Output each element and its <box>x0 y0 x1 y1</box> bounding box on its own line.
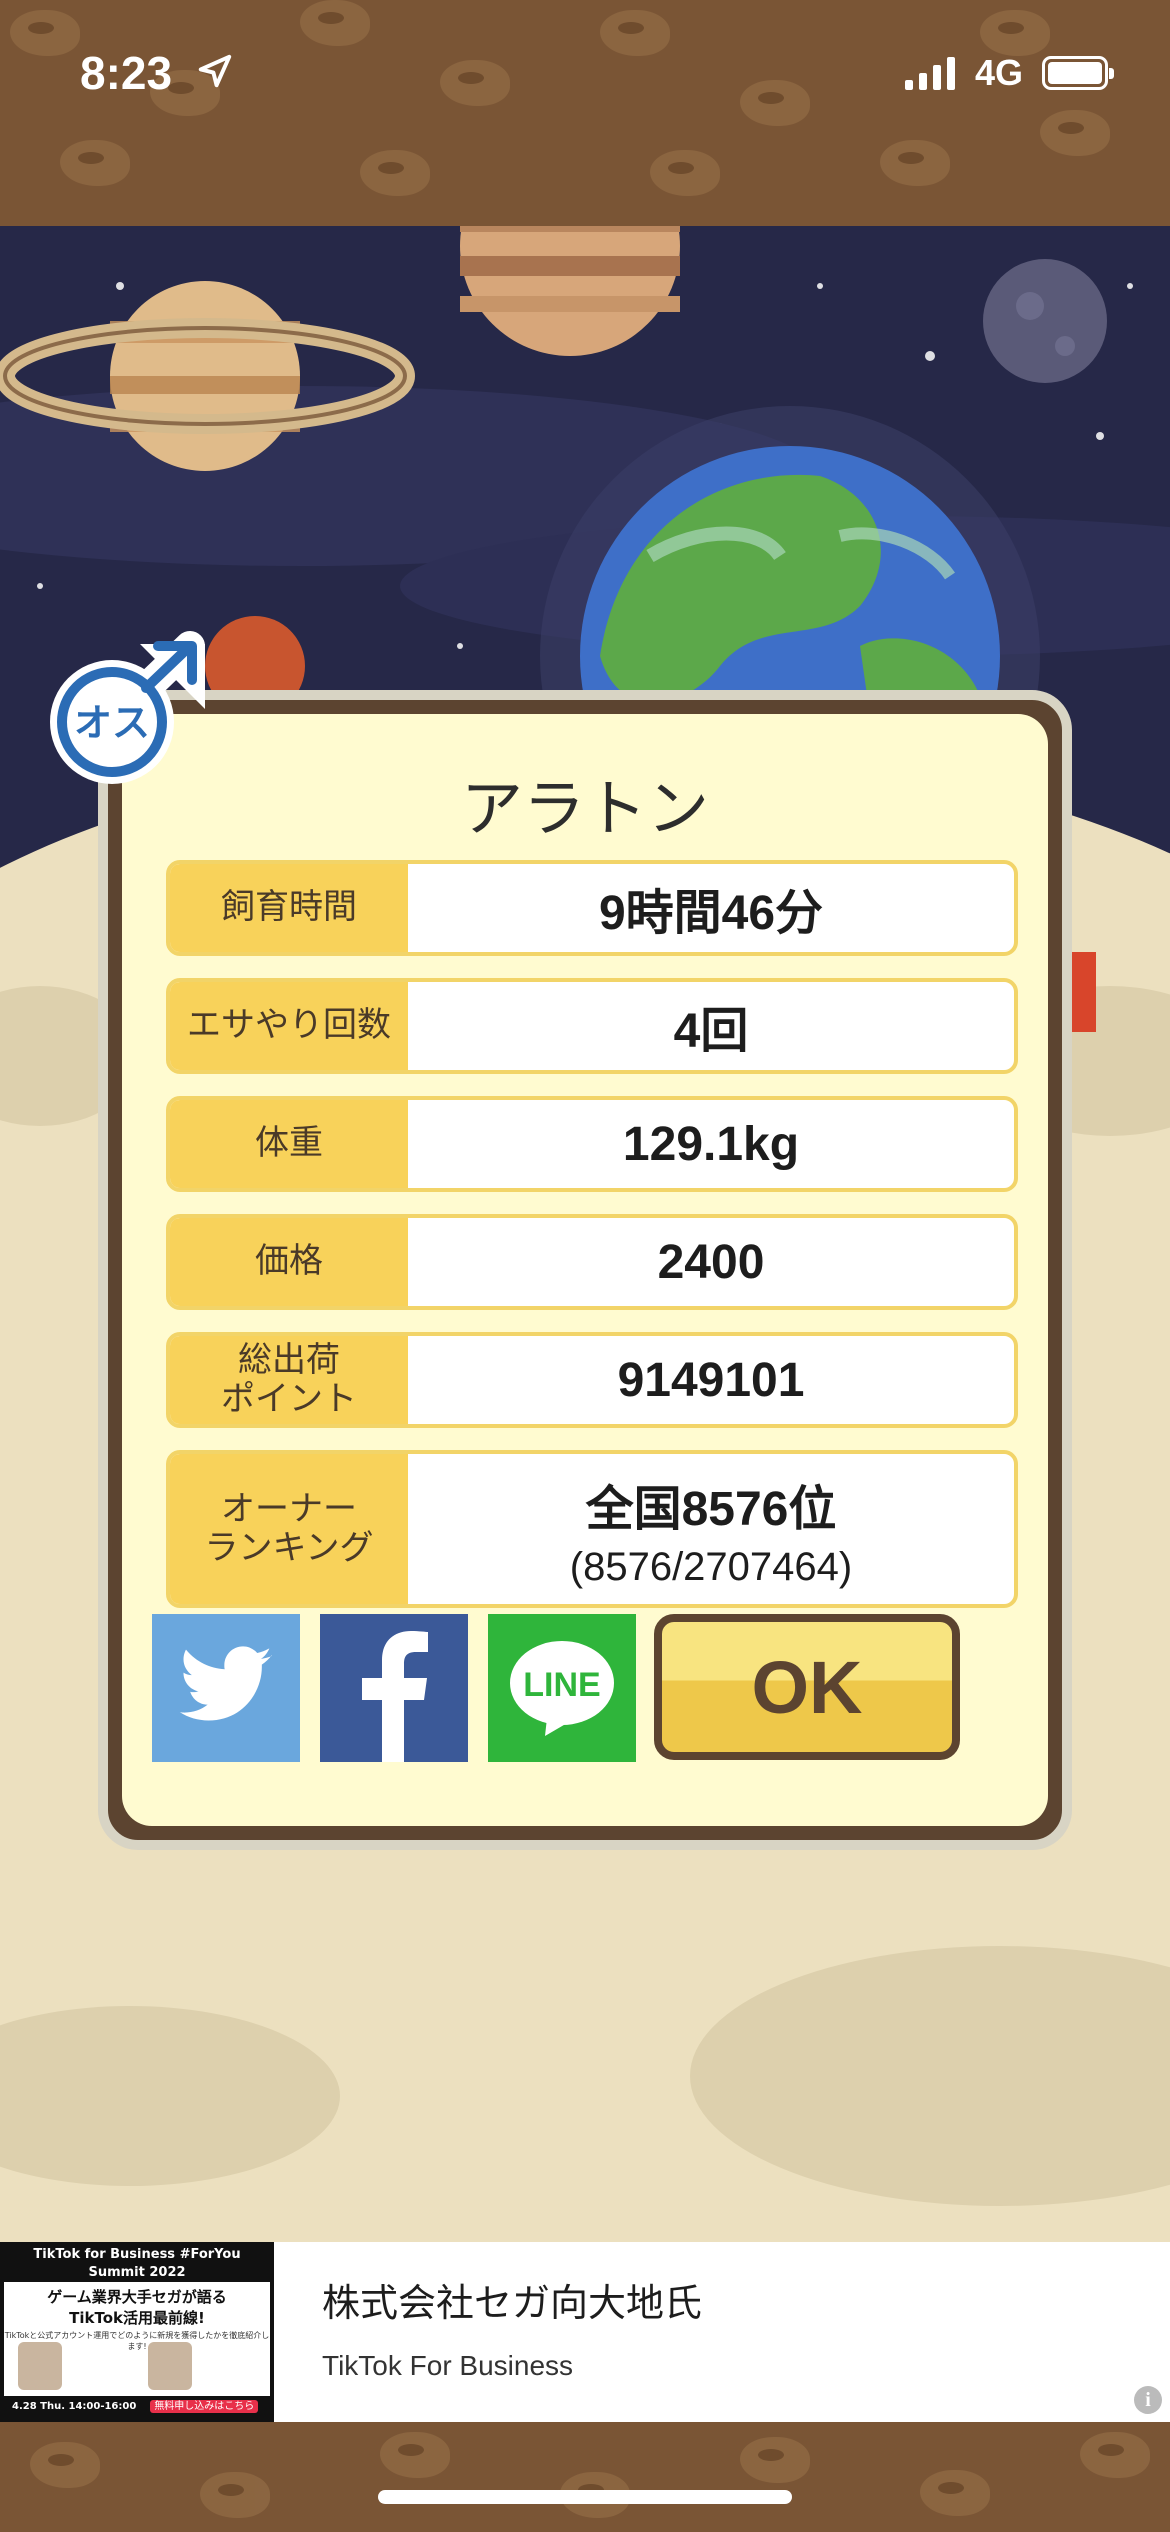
stat-label-line: 総出荷 <box>238 1339 340 1380</box>
line-share-button[interactable]: LINE <box>488 1614 636 1762</box>
stat-row-weight: 体重 129.1kg <box>166 1096 1018 1192</box>
gender-label: オス <box>74 701 150 745</box>
stat-row-owner-ranking: オーナー ランキング 全国8576位 (8576/2707464) <box>166 1450 1018 1608</box>
stat-value: 9149101 <box>617 1353 805 1407</box>
stat-label: 飼育時間 <box>170 864 408 952</box>
stat-label-line: オーナー <box>220 1488 357 1529</box>
facebook-f-icon <box>362 1631 428 1762</box>
stat-value: 129.1kg <box>622 1117 800 1171</box>
male-symbol-icon: オス <box>50 631 205 784</box>
battery-icon <box>1042 56 1114 90</box>
stat-label: 体重 <box>170 1100 408 1188</box>
bottom-pattern-band <box>0 2422 1170 2532</box>
speaker-photo <box>18 2342 62 2390</box>
ad-thumb-headline: TikTok活用最前線! <box>69 2309 205 2327</box>
stat-label-line: ランキング <box>204 1528 374 1568</box>
ad-title[interactable]: 株式会社セガ向大地氏 <box>322 2272 702 2327</box>
stat-row-price: 価格 2400 <box>166 1214 1018 1310</box>
signal-bars-icon <box>905 56 955 90</box>
ad-banner[interactable]: TikTok for Business #ForYou Summit 2022 … <box>0 2242 1170 2422</box>
stat-label: 総出荷 ポイント <box>170 1336 408 1424</box>
ad-thumb-headline: ゲーム業界大手セガが語る <box>47 2288 227 2306</box>
ok-button[interactable]: OK <box>654 1614 960 1760</box>
ad-thumbnail[interactable]: TikTok for Business #ForYou Summit 2022 … <box>0 2242 274 2422</box>
twitter-share-button[interactable] <box>152 1614 300 1762</box>
ranking-value: 全国8576位 <box>585 1482 837 1536</box>
stat-label: 価格 <box>170 1218 408 1306</box>
network-type: 4G <box>975 52 1024 93</box>
flag-edge <box>1070 952 1096 1032</box>
stat-value: 全国8576位 (8576/2707464) <box>408 1454 1014 1604</box>
stat-label-line: ポイント <box>221 1379 357 1419</box>
ad-info-icon[interactable]: i <box>1134 2386 1162 2414</box>
status-bar: 8:23 4G <box>0 0 1170 226</box>
stat-value: 4回 <box>673 1005 749 1058</box>
ad-thumb-header: TikTok for Business #ForYou Summit 2022 … <box>4 2246 270 2298</box>
pet-name: アラトン <box>460 772 709 845</box>
stat-row-shipping-points: 総出荷 ポイント 9149101 <box>166 1332 1018 1428</box>
clock: 8:23 <box>80 47 173 99</box>
stat-row-feed-count: エサやり回数 4回 <box>166 978 1018 1074</box>
ad-advertiser[interactable]: TikTok For Business <box>322 2350 573 2382</box>
home-indicator[interactable] <box>378 2490 792 2504</box>
stat-label: エサやり回数 <box>170 982 408 1070</box>
ad-thumb-event: TikTok for Business #ForYou Summit 2022 <box>33 2247 241 2280</box>
ad-thumb-date: 4.28 Thu. 14:00-16:00 <box>12 2401 137 2412</box>
stat-label: オーナー ランキング <box>170 1454 408 1604</box>
speaker-photo <box>148 2342 192 2390</box>
facebook-share-button[interactable] <box>320 1614 468 1762</box>
ad-thumb-footer: 4.28 Thu. 14:00-16:00 無料申し込みはこちら <box>4 2396 270 2418</box>
ad-thumb-cta: 無料申し込みはこちら <box>150 2400 259 2413</box>
stat-value: 2400 <box>657 1235 765 1289</box>
line-label: LINE <box>523 1666 600 1704</box>
twitter-bird-icon <box>179 1646 272 1721</box>
line-logo-icon: LINE <box>510 1641 614 1736</box>
ok-label: OK <box>751 1645 863 1729</box>
location-arrow-icon <box>198 54 232 88</box>
profile-card: アラトン 飼育時間 9時間46分 エサやり回数 4回 体重 129.1kg 価格… <box>98 690 1072 1850</box>
stat-value: 9時間46分 <box>598 887 824 940</box>
stat-row-breeding-time: 飼育時間 9時間46分 <box>166 860 1018 956</box>
ranking-detail: (8576/2707464) <box>569 1544 853 1589</box>
